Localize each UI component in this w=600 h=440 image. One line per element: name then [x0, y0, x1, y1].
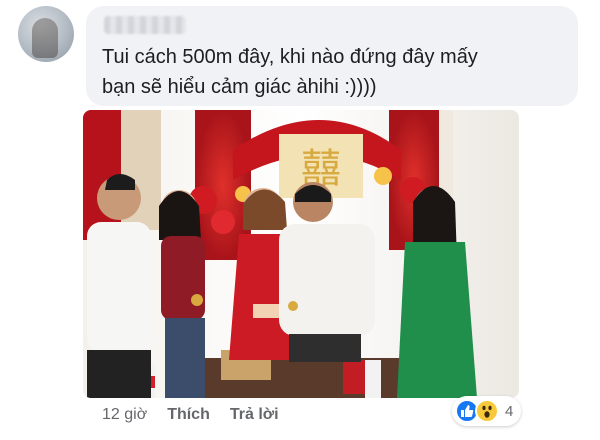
avatar[interactable] — [18, 6, 74, 62]
wedding-photo: 囍 — [83, 110, 519, 398]
wow-icon — [475, 399, 499, 423]
like-button[interactable]: Thích — [167, 406, 210, 424]
avatar-figure — [32, 18, 58, 58]
reply-button[interactable]: Trả lời — [230, 406, 279, 424]
comment-text: Tui cách 500m đây, khi nào đứng đây mấy … — [102, 46, 478, 98]
reactions-summary[interactable]: 4 — [452, 396, 522, 426]
comment-actions: 12 giờ Thích Trả lời — [102, 404, 279, 426]
comment-timestamp[interactable]: 12 giờ — [102, 406, 147, 424]
author-name-blurred[interactable] — [104, 16, 186, 34]
reaction-count: 4 — [505, 402, 514, 420]
attached-photo[interactable]: 囍 — [83, 110, 519, 398]
comment-container: Tui cách 500m đây, khi nào đứng đây mấy … — [0, 0, 600, 440]
comment-bubble: Tui cách 500m đây, khi nào đứng đây mấy … — [86, 6, 578, 106]
